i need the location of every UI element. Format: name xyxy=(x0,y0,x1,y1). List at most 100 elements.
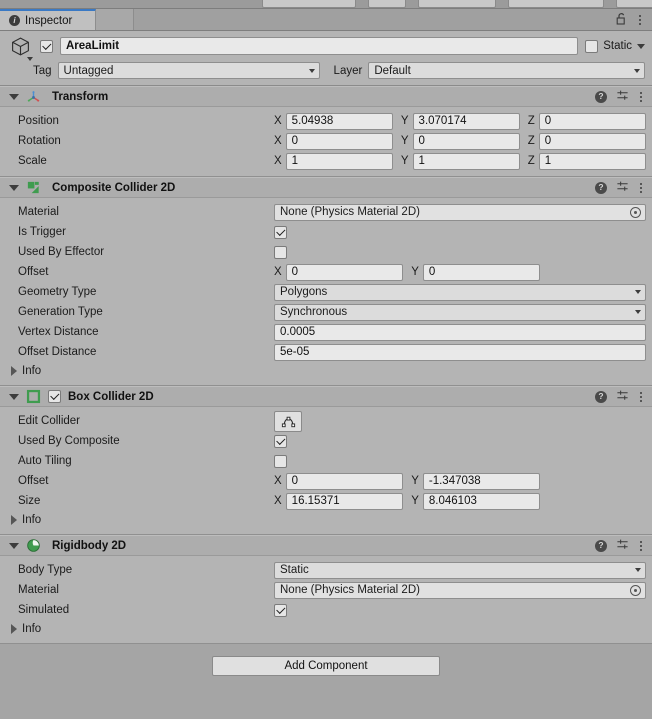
vector-field: X1Y1Z1 xyxy=(274,152,646,170)
kebab-menu-icon[interactable] xyxy=(638,391,644,402)
component-enabled-checkbox[interactable] xyxy=(48,390,61,403)
dropdown-geometry-type[interactable]: Polygons xyxy=(274,283,646,301)
kebab-menu-icon[interactable] xyxy=(637,14,643,25)
component-header-actions: ? xyxy=(595,389,644,405)
info-foldout[interactable]: Info xyxy=(0,362,652,380)
dropdown-generation-type[interactable]: Synchronous xyxy=(274,303,646,321)
gameobject-name-field[interactable]: AreaLimit xyxy=(60,37,579,55)
toolbar-fragment[interactable] xyxy=(418,0,496,8)
help-icon[interactable]: ? xyxy=(595,390,607,403)
foldout-arrow[interactable] xyxy=(9,184,19,191)
field-x[interactable]: 16.15371 xyxy=(285,492,404,510)
lock-open-icon[interactable] xyxy=(616,12,627,28)
component-header[interactable]: Composite Collider 2D? xyxy=(0,177,652,198)
kebab-menu-icon[interactable] xyxy=(638,182,644,193)
foldout-arrow-closed[interactable] xyxy=(11,366,17,376)
axis-label-x: X xyxy=(274,475,282,487)
field-y[interactable]: 3.070174 xyxy=(412,112,520,130)
gameobject-enabled-checkbox[interactable] xyxy=(40,39,53,53)
property-control xyxy=(274,245,646,259)
info-foldout[interactable]: Info xyxy=(0,511,652,529)
help-icon[interactable]: ? xyxy=(595,90,607,103)
field-x[interactable]: 0 xyxy=(285,132,393,150)
info-icon: i xyxy=(9,15,20,26)
field-vertex-distance[interactable]: 0.0005 xyxy=(274,323,646,341)
field-offset-distance[interactable]: 5e-05 xyxy=(274,343,646,361)
foldout-arrow-closed[interactable] xyxy=(11,515,17,525)
cube-icon[interactable] xyxy=(7,36,33,61)
component-header[interactable]: Rigidbody 2D? xyxy=(0,535,652,556)
object-field[interactable]: None (Physics Material 2D) xyxy=(274,581,646,599)
axis-label-z: Z xyxy=(527,135,535,147)
field-y[interactable]: 8.046103 xyxy=(422,492,541,510)
property-row: Rotation X 0 Y 0 Z 0 xyxy=(0,131,652,151)
component-properties: Position X 5.04938 Y 3.070174 Z 0 Rotation X 0 Y 0 Z… xyxy=(0,107,652,176)
axis-label-z: Z xyxy=(527,115,535,127)
checkbox-simulated[interactable] xyxy=(274,603,287,617)
field-x[interactable]: 1 xyxy=(285,152,393,170)
edit-collider-button[interactable] xyxy=(274,410,302,432)
field-z[interactable]: 1 xyxy=(538,152,646,170)
toolbar-fragment[interactable] xyxy=(368,0,406,8)
foldout-arrow[interactable] xyxy=(9,93,19,100)
property-control: X 16.15371 Y 8.046103 xyxy=(274,492,646,510)
field-y[interactable]: -1.347038 xyxy=(422,472,541,490)
box-collider-icon xyxy=(26,389,41,404)
field-y[interactable]: 0 xyxy=(412,132,520,150)
field-z[interactable]: 0 xyxy=(538,112,646,130)
vector-field: X0Y0Z0 xyxy=(274,132,646,150)
add-component-button[interactable]: Add Component xyxy=(212,656,440,676)
checkbox-used-by-composite[interactable] xyxy=(274,434,287,448)
object-field-value: None (Physics Material 2D) xyxy=(280,584,420,596)
field-y[interactable]: 1 xyxy=(412,152,520,170)
toolbar-fragment[interactable] xyxy=(616,0,652,8)
tag-dropdown[interactable]: Untagged xyxy=(57,62,320,79)
field-y[interactable]: 0 xyxy=(422,263,541,281)
foldout-arrow[interactable] xyxy=(9,542,19,549)
checkbox-is-trigger[interactable] xyxy=(274,225,287,239)
static-checkbox[interactable] xyxy=(585,39,599,53)
component-transform: Transform? Position X 5.04938 Y 3.070174 Z 0 Rot… xyxy=(0,86,652,177)
cube-dropdown-arrow[interactable] xyxy=(27,56,33,61)
checkbox-used-by-effector[interactable] xyxy=(274,245,287,259)
preset-sliders-icon[interactable] xyxy=(616,538,629,554)
chevron-down-icon xyxy=(634,68,640,73)
tab-inspector[interactable]: i Inspector xyxy=(0,9,96,30)
axis-label-x: X xyxy=(274,266,282,278)
object-picker-icon[interactable] xyxy=(630,206,641,218)
property-label: Offset Distance xyxy=(18,346,97,358)
info-foldout[interactable]: Info xyxy=(0,620,652,638)
component-header[interactable]: Box Collider 2D? xyxy=(0,386,652,407)
preset-sliders-icon[interactable] xyxy=(616,89,629,105)
dropdown-value: Polygons xyxy=(280,286,328,298)
object-field[interactable]: None (Physics Material 2D) xyxy=(274,203,646,221)
object-picker-icon[interactable] xyxy=(630,584,641,596)
preset-sliders-icon[interactable] xyxy=(616,389,629,405)
help-icon[interactable]: ? xyxy=(595,181,607,194)
preset-sliders-icon[interactable] xyxy=(616,180,629,196)
help-icon[interactable]: ? xyxy=(595,539,607,552)
toolbar-fragment[interactable] xyxy=(508,0,604,8)
checkbox-auto-tiling[interactable] xyxy=(274,454,287,468)
field-x[interactable]: 0 xyxy=(285,472,404,490)
foldout-arrow[interactable] xyxy=(9,393,19,400)
property-row: Offset X 0 Y 0 xyxy=(0,262,652,282)
property-row: Scale X 1 Y 1 Z 1 xyxy=(0,151,652,171)
info-label: Info xyxy=(22,514,42,526)
component-header[interactable]: Transform? xyxy=(0,86,652,107)
foldout-arrow-closed[interactable] xyxy=(11,624,17,634)
toolbar-fragment[interactable] xyxy=(262,0,356,8)
field-x[interactable]: 0 xyxy=(285,263,404,281)
field-x[interactable]: 5.04938 xyxy=(285,112,393,130)
axis-label-z: Z xyxy=(527,155,535,167)
component-rigidbody-2d: Rigidbody 2D? Body Type Static Material None… xyxy=(0,535,652,644)
axis-label-x: X xyxy=(274,495,282,507)
dropdown-value: Synchronous xyxy=(280,306,348,318)
static-dropdown-arrow[interactable] xyxy=(637,43,645,49)
dropdown-body-type[interactable]: Static xyxy=(274,561,646,579)
field-z[interactable]: 0 xyxy=(538,132,646,150)
kebab-menu-icon[interactable] xyxy=(638,91,644,102)
kebab-menu-icon[interactable] xyxy=(638,540,644,551)
layer-dropdown[interactable]: Default xyxy=(368,62,645,79)
property-row: Auto Tiling xyxy=(0,451,652,471)
